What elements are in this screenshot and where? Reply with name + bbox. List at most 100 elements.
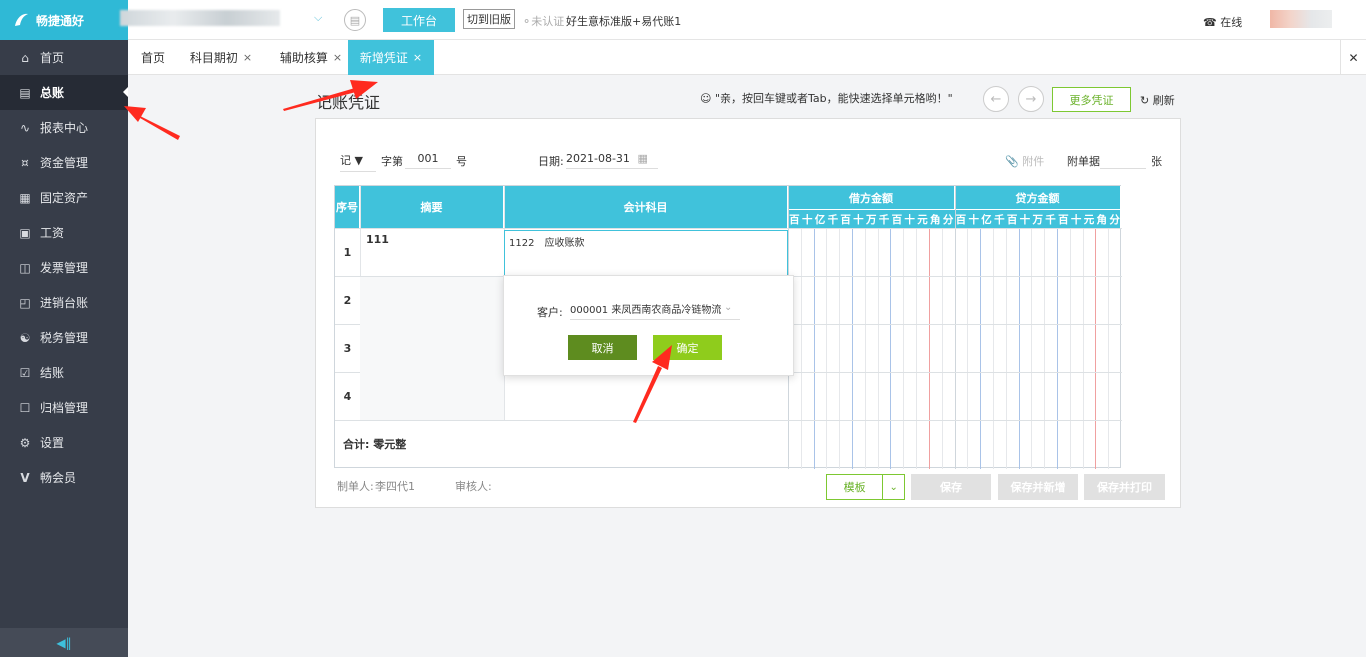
prev-voucher-button[interactable]: ← [983, 86, 1009, 112]
row-summary-cell[interactable]: 111 [366, 233, 389, 246]
close-all-tabs-button[interactable]: ✕ [1340, 40, 1366, 75]
digit-header: 十 [1019, 213, 1031, 226]
sidebar-item-tax[interactable]: ☯ 税务管理 [0, 320, 128, 355]
refresh-button[interactable]: ↻ 刷新 [1140, 92, 1175, 108]
home-icon: ⌂ [21, 50, 29, 65]
digit-header: 百 [1058, 213, 1069, 226]
attachment-button[interactable]: 📎 附件 [1005, 153, 1044, 169]
sidebar-item-label: 结账 [40, 366, 65, 380]
voucher-type-select[interactable]: 记 ▼ [340, 152, 376, 172]
active-indicator [123, 87, 128, 97]
reviewer-label: 审核人: [455, 480, 492, 493]
switch-old-version-button[interactable]: 切到旧版 [463, 9, 515, 29]
tab-new-voucher[interactable]: 新增凭证 × [348, 40, 434, 75]
attach-count-input[interactable] [1100, 152, 1146, 169]
tab-label: 新增凭证 [359, 51, 408, 65]
sidebar-item-invoices[interactable]: ◫ 发票管理 [0, 250, 128, 285]
invoice-icon: ◫ [19, 260, 31, 275]
digit-header: 千 [1045, 213, 1056, 226]
digit-header: 百 [1006, 213, 1018, 226]
maker-value: 李四代1 [375, 480, 415, 493]
row-seq: 1 [343, 245, 352, 259]
sidebar-item-ledger[interactable]: ▤ 总账 [0, 75, 128, 110]
customer-value: 000001 来凤西南农商品冷链物流 [570, 305, 722, 316]
header-debit: 借方金额 [788, 186, 955, 210]
attachment-label: 附件 [1022, 155, 1045, 168]
sidebar-item-settings[interactable]: ⚙ 设置 [0, 425, 128, 460]
sidebar-item-label: 资金管理 [40, 156, 89, 170]
tab-bar: 首页 科目期初 × 辅助核算 × 新增凭证 × ✕ [128, 40, 1366, 75]
amount-column-line [1082, 228, 1084, 469]
sidebar-item-salary[interactable]: ▣ 工资 [0, 215, 128, 250]
empty-summary-cells[interactable] [360, 277, 504, 420]
book-icon[interactable]: ▤ [344, 9, 366, 31]
digit-header: 亿 [814, 213, 826, 226]
close-icon[interactable]: × [413, 51, 422, 64]
refresh-label: 刷新 [1152, 94, 1175, 107]
amount-column-line [877, 228, 879, 469]
keyboard-hint: ☺ "亲，按回车键或者Tab，能快速选择单元格哟！" [700, 92, 953, 105]
close-icon[interactable]: × [333, 51, 342, 64]
money-icon: ¤ [21, 155, 29, 170]
next-voucher-button[interactable]: → [1018, 86, 1044, 112]
amount-column-line [864, 228, 866, 469]
sidebar-item-reports[interactable]: ∿ 报表中心 [0, 110, 128, 145]
avatar[interactable] [1270, 10, 1332, 28]
chevron-down-icon[interactable]: ⌵ [314, 11, 322, 25]
refresh-icon: ↻ [1140, 94, 1150, 107]
template-button[interactable]: 模板 ⌄ [826, 474, 905, 500]
sidebar-item-label: 税务管理 [40, 331, 89, 345]
zi-label: 字第 [381, 155, 403, 168]
gear-icon: ⚙ [19, 435, 31, 450]
save-button[interactable]: 保存 [911, 474, 991, 500]
logo: 畅捷通好 [0, 0, 128, 40]
amount-column-line [813, 228, 815, 469]
more-vouchers-button[interactable]: 更多凭证 [1052, 87, 1131, 112]
sidebar-item-archive[interactable]: ☐ 归档管理 [0, 390, 128, 425]
sidebar-item-member[interactable]: V 畅会员 [0, 460, 128, 495]
arrow-right-icon: → [1025, 91, 1037, 107]
digit-header: 分 [942, 213, 954, 226]
close-icon[interactable]: × [243, 51, 252, 64]
total-label: 合计: [343, 438, 370, 451]
row-seq: 4 [343, 389, 352, 403]
auth-status[interactable]: ⚬未认证 [522, 13, 564, 29]
sidebar-item-close-books[interactable]: ☑ 结账 [0, 355, 128, 390]
logo-text: 畅捷通好 [36, 13, 85, 28]
sidebar-item-inventory[interactable]: ◰ 进销台账 [0, 285, 128, 320]
save-and-new-button[interactable]: 保存并新增 [998, 474, 1078, 500]
template-label: 模板 [843, 481, 866, 494]
account-selector[interactable] [120, 10, 280, 26]
shield-icon: ⚬ [522, 15, 532, 28]
cancel-button[interactable]: 取消 [568, 335, 637, 360]
paperclip-icon: 📎 [1005, 155, 1019, 168]
chevron-down-icon[interactable]: ⌄ [724, 302, 732, 313]
save-and-print-button[interactable]: 保存并打印 [1084, 474, 1165, 500]
sidebar-item-funds[interactable]: ¤ 资金管理 [0, 145, 128, 180]
hao-label: 号 [456, 155, 467, 168]
tab-home[interactable]: 首页 [128, 40, 178, 75]
sidebar-item-fixed-assets[interactable]: ▦ 固定资产 [0, 180, 128, 215]
digit-header: 元 [1083, 213, 1095, 226]
tab-auxiliary[interactable]: 辅助核算 × [274, 40, 348, 75]
sidebar-collapse-button[interactable]: ◀‖ [0, 628, 128, 657]
sidebar-item-home[interactable]: ⌂ 首页 [0, 40, 128, 75]
confirm-button[interactable]: 确定 [653, 335, 722, 360]
customer-select[interactable]: 000001 来凤西南农商品冷链物流 [570, 301, 740, 320]
header-credit: 贷方金额 [955, 186, 1121, 210]
tab-account-opening[interactable]: 科目期初 × [186, 40, 256, 75]
amount-column-line [1069, 228, 1071, 469]
amount-column-line [928, 228, 930, 469]
digit-header: 千 [994, 213, 1005, 226]
sidebar-item-label: 报表中心 [40, 121, 89, 135]
account-input[interactable]: 1122 应收账款 [504, 230, 788, 276]
voucher-number-input[interactable]: 001 [405, 152, 451, 169]
workbench-button[interactable]: 工作台 [383, 8, 455, 32]
collapse-icon: ◀‖ [56, 635, 72, 650]
online-service[interactable]: ☎ 在线 [1203, 14, 1242, 30]
digit-header: 角 [1096, 213, 1108, 226]
member-icon: V [20, 470, 30, 485]
header-account: 会计科目 [504, 186, 788, 228]
chevron-down-icon[interactable]: ⌄ [882, 475, 904, 499]
date-input[interactable]: 2021-08-31 ▦ [566, 152, 658, 169]
